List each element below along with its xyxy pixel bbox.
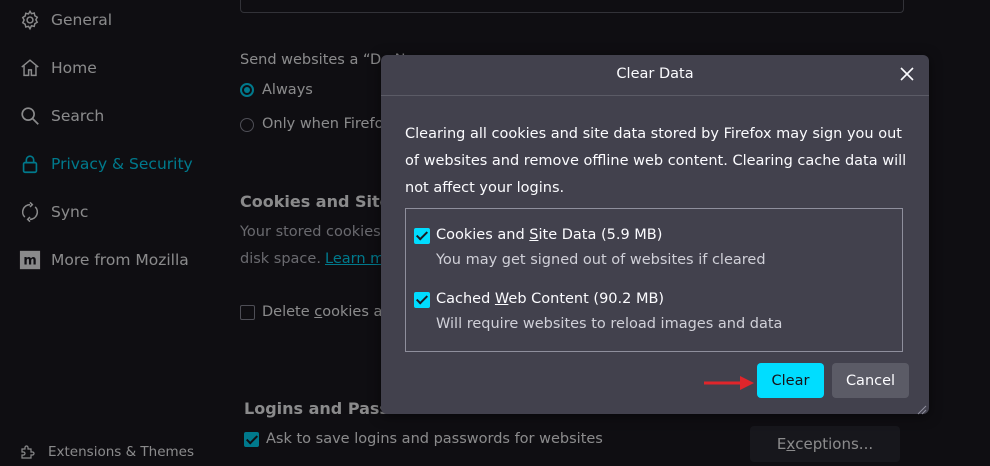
- top-box: [240, 0, 904, 13]
- delete-cookies-label: Delete cookies and: [262, 304, 401, 320]
- sync-icon: [18, 200, 42, 224]
- sidebar-item-search[interactable]: Search: [18, 104, 104, 128]
- cached-web-content-label[interactable]: Cached Web Content (90.2 MB): [436, 291, 664, 307]
- cookies-site-data-checkbox[interactable]: [414, 228, 430, 244]
- cookies-site-data-label[interactable]: Cookies and Site Data (5.9 MB): [436, 227, 662, 243]
- sidebar-item-more-from-mozilla[interactable]: m More from Mozilla: [18, 248, 189, 272]
- home-icon: [18, 56, 42, 80]
- cookies-site-data-description: You may get signed out of websites if cl…: [436, 252, 766, 268]
- sidebar-item-general[interactable]: General: [18, 8, 112, 32]
- svg-text:m: m: [23, 254, 36, 269]
- radio-only-when-label: Only when Firefox: [262, 116, 392, 132]
- search-icon: [18, 104, 42, 128]
- close-icon: [900, 66, 914, 85]
- dialog-header: Clear Data: [381, 55, 929, 96]
- dialog-title: Clear Data: [616, 66, 694, 82]
- cancel-button[interactable]: Cancel: [832, 363, 909, 398]
- resize-grip-icon[interactable]: [915, 400, 927, 415]
- disk-space-text: disk space.: [240, 251, 321, 267]
- options-box: Cookies and Site Data (5.9 MB) You may g…: [405, 208, 903, 352]
- sidebar-item-label: Home: [51, 59, 97, 77]
- sidebar-item-sync[interactable]: Sync: [18, 200, 88, 224]
- annotation-arrow-icon: [702, 373, 756, 397]
- sidebar-item-extensions-themes[interactable]: Extensions & Themes: [18, 442, 194, 462]
- cookies-description: Your stored cookies, s: [240, 224, 398, 240]
- cached-web-content-description: Will require websites to reload images a…: [436, 316, 783, 332]
- clear-data-dialog: Clear Data Clearing all cookies and site…: [381, 55, 929, 415]
- sidebar-item-label: Extensions & Themes: [48, 444, 195, 460]
- dialog-description: Clearing all cookies and site data store…: [405, 126, 907, 196]
- sidebar-item-home[interactable]: Home: [18, 56, 97, 80]
- mozilla-icon: m: [18, 248, 42, 272]
- puzzle-icon: [18, 442, 38, 462]
- lock-icon: [18, 152, 42, 176]
- radio-always-label: Always: [262, 82, 313, 98]
- sidebar-item-label: Privacy & Security: [51, 155, 193, 173]
- radio-always[interactable]: [240, 83, 254, 97]
- logins-heading: Logins and Passw: [244, 399, 404, 418]
- clear-button[interactable]: Clear: [757, 363, 824, 398]
- sidebar-item-label: Sync: [51, 203, 89, 221]
- delete-cookies-checkbox[interactable]: [240, 305, 255, 320]
- gear-icon: [18, 8, 42, 32]
- sidebar-item-label: General: [51, 11, 113, 29]
- cached-web-content-checkbox[interactable]: [414, 292, 430, 308]
- radio-only-when[interactable]: [240, 118, 254, 132]
- exceptions-button[interactable]: Ex ceptions...: [750, 426, 900, 462]
- sidebar-item-privacy-security[interactable]: Privacy & Security: [18, 152, 193, 176]
- sidebar-item-label: More from Mozilla: [51, 251, 189, 269]
- sidebar-item-label: Search: [51, 107, 105, 125]
- close-button[interactable]: [897, 65, 917, 85]
- ask-save-logins-checkbox[interactable]: [244, 432, 259, 447]
- ask-save-logins-label: Ask to save logins and passwords for web…: [266, 431, 603, 447]
- sidebar: General Home Search Privacy & Security S…: [0, 0, 210, 466]
